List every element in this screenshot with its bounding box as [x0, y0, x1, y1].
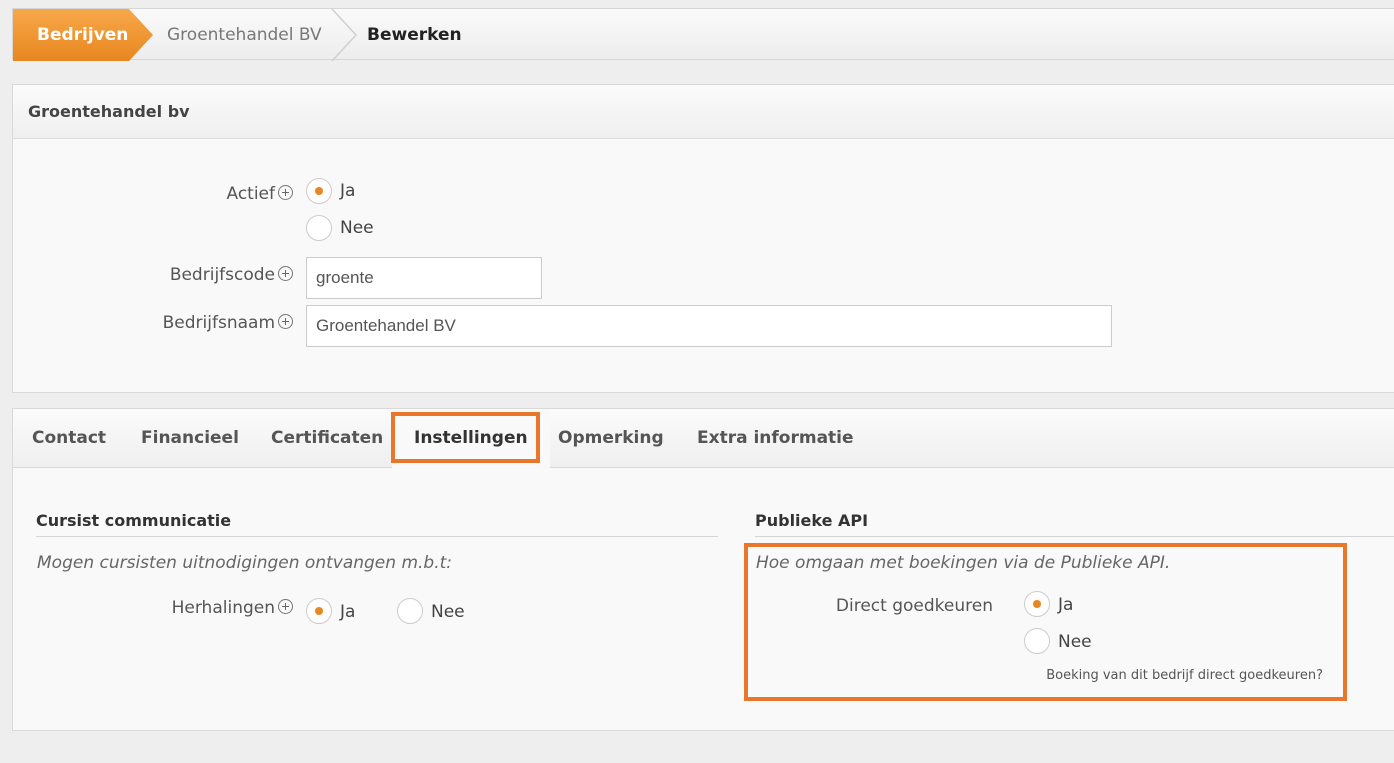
breadcrumb-company[interactable]: Groentehandel BV	[167, 9, 322, 61]
tab-financieel[interactable]: Financieel	[141, 409, 239, 467]
tab-certificaten[interactable]: Certificaten	[271, 409, 383, 467]
cursist-description: Mogen cursisten uitnodigingen ontvangen …	[37, 553, 452, 573]
direct-nee-radio[interactable]	[1024, 628, 1050, 654]
tab-extra-informatie[interactable]: Extra informatie	[697, 409, 854, 467]
tab-opmerking[interactable]: Opmerking	[558, 409, 664, 467]
herhalingen-nee-label: Nee	[431, 602, 465, 622]
bedrijfsnaam-label: Bedrijfsnaam	[163, 313, 293, 333]
panel-title: Groentehandel bv	[13, 85, 1394, 139]
actief-label-text: Actief	[226, 184, 275, 204]
bedrijfscode-input[interactable]: groente	[306, 257, 542, 299]
herhalingen-label-text: Herhalingen	[171, 598, 275, 618]
section-divider	[36, 536, 718, 537]
bedrijfscode-label-text: Bedrijfscode	[169, 265, 275, 285]
plus-circle-icon[interactable]	[278, 314, 293, 329]
bedrijfsnaam-input[interactable]: Groentehandel BV	[306, 305, 1112, 347]
company-panel: Groentehandel bv Actief Ja Nee Bedrijfsc…	[12, 84, 1394, 393]
herhalingen-ja-label: Ja	[340, 602, 356, 622]
actief-nee-radio[interactable]	[306, 215, 332, 241]
bedrijfscode-label: Bedrijfscode	[170, 265, 293, 285]
cursist-section-title: Cursist communicatie	[36, 511, 232, 530]
herhalingen-nee-radio[interactable]	[397, 598, 423, 624]
breadcrumb: Bedrijven Groentehandel BV Bewerken	[12, 8, 1394, 61]
actief-label: Actief	[226, 184, 293, 204]
tab-instellingen[interactable]: Instellingen	[392, 409, 550, 468]
actief-nee-label: Nee	[340, 218, 374, 238]
api-description: Hoe omgaan met boekingen via de Publieke…	[756, 553, 1171, 573]
direct-ja-radio[interactable]	[1024, 591, 1050, 617]
bedrijfsnaam-label-text: Bedrijfsnaam	[162, 313, 275, 333]
actief-ja-radio[interactable]	[306, 178, 332, 204]
api-section-title: Publieke API	[755, 511, 869, 530]
breadcrumb-bedrijven[interactable]: Bedrijven	[13, 9, 153, 61]
herhalingen-label: Herhalingen	[172, 598, 293, 618]
direct-goedkeuren-label: Direct goedkeuren	[835, 596, 993, 616]
direct-help-text: Boeking van dit bedrijf direct goedkeure…	[1046, 668, 1323, 683]
plus-circle-icon[interactable]	[278, 185, 293, 200]
actief-ja-label: Ja	[340, 181, 356, 201]
breadcrumb-current: Bewerken	[367, 25, 462, 45]
plus-circle-icon[interactable]	[278, 266, 293, 281]
direct-ja-label: Ja	[1058, 595, 1074, 615]
tabs-panel: Contact Financieel Certificaten Instelli…	[12, 408, 1394, 731]
herhalingen-ja-radio[interactable]	[306, 598, 332, 624]
direct-nee-label: Nee	[1058, 632, 1092, 652]
plus-circle-icon[interactable]	[278, 599, 293, 614]
tab-contact[interactable]: Contact	[32, 409, 106, 467]
chevron-right-icon	[331, 9, 357, 61]
tab-bar: Contact Financieel Certificaten Instelli…	[13, 409, 1394, 468]
section-divider	[755, 536, 1394, 537]
